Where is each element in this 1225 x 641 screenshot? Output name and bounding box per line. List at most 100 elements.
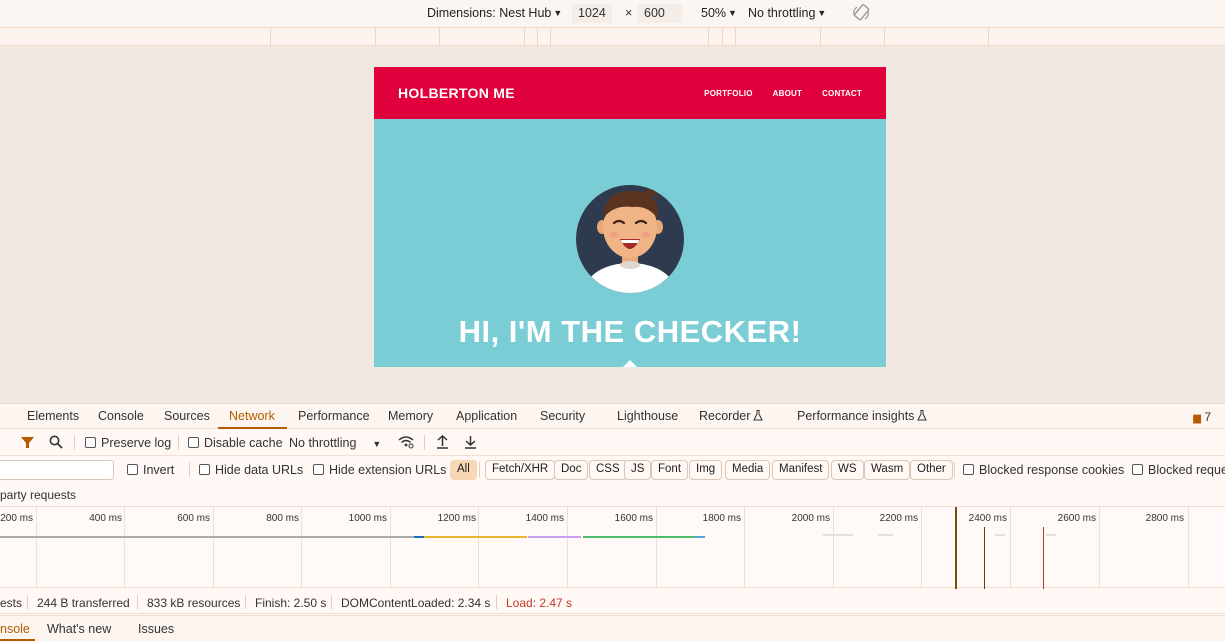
filter-chip-font[interactable]: Font bbox=[651, 460, 689, 480]
ruler-tick[interactable] bbox=[884, 28, 885, 46]
network-throttling-select[interactable]: No throttling ▼ bbox=[289, 436, 381, 450]
network-timeline-overview[interactable]: 200 ms 400 ms 600 ms 800 ms 1000 ms 1200… bbox=[0, 506, 1225, 589]
preserve-log-checkbox[interactable]: Preserve log bbox=[85, 436, 171, 450]
tab-application[interactable]: Application bbox=[456, 409, 517, 423]
checkbox-box[interactable] bbox=[188, 437, 199, 448]
nav-link-about[interactable]: ABOUT bbox=[773, 89, 802, 98]
timeline-gridline bbox=[656, 507, 657, 589]
filter-chip-all[interactable]: All bbox=[450, 460, 477, 480]
filter-chip-css[interactable]: CSS bbox=[589, 460, 627, 480]
filter-chip-other[interactable]: Other bbox=[910, 460, 953, 480]
drawer-tab-whats-new[interactable]: What's new bbox=[47, 622, 111, 636]
ruler-tick[interactable] bbox=[439, 28, 440, 46]
flask-icon bbox=[917, 410, 928, 421]
ruler-tick[interactable] bbox=[524, 28, 525, 46]
toolbar-divider bbox=[189, 462, 190, 477]
hide-extension-urls-label: Hide extension URLs bbox=[329, 463, 447, 477]
nav-link-contact[interactable]: CONTACT bbox=[822, 89, 862, 98]
filter-input[interactable] bbox=[0, 460, 114, 480]
width-input[interactable]: 1024 bbox=[572, 4, 612, 23]
ruler-tick[interactable] bbox=[708, 28, 709, 46]
tab-performance-insights[interactable]: Performance insights bbox=[797, 409, 928, 423]
ruler-tick[interactable] bbox=[722, 28, 723, 46]
timeline-label: 2200 ms bbox=[879, 513, 918, 524]
third-party-requests-label[interactable]: party requests bbox=[0, 488, 76, 502]
chevron-down-icon: ▼ bbox=[372, 439, 382, 449]
issues-counter[interactable]: ▆ 7 bbox=[1193, 410, 1211, 424]
filter-chip-js[interactable]: JS bbox=[624, 460, 652, 480]
dimensions-select[interactable]: Dimensions: Nest Hub ▼ bbox=[427, 6, 562, 20]
checkbox-box[interactable] bbox=[85, 437, 96, 448]
disable-cache-checkbox[interactable]: Disable cache bbox=[188, 436, 283, 450]
checkbox-box[interactable] bbox=[199, 464, 210, 475]
filter-chip-manifest[interactable]: Manifest bbox=[772, 460, 830, 480]
network-conditions-icon[interactable] bbox=[398, 435, 414, 449]
checkbox-box[interactable] bbox=[127, 464, 138, 475]
timeline-marker-load bbox=[1043, 527, 1044, 589]
filter-chip-fetch-xhr[interactable]: Fetch/XHR bbox=[485, 460, 556, 480]
export-har-icon[interactable] bbox=[464, 435, 477, 449]
tab-network[interactable]: Network bbox=[229, 409, 275, 423]
filter-chip-img[interactable]: Img bbox=[689, 460, 723, 480]
ruler-tick[interactable] bbox=[820, 28, 821, 46]
import-har-icon[interactable] bbox=[436, 435, 449, 449]
rotate-icon[interactable] bbox=[851, 3, 871, 23]
tab-performance[interactable]: Performance bbox=[298, 409, 370, 423]
hide-extension-urls-checkbox[interactable]: Hide extension URLs bbox=[313, 463, 446, 477]
timeline-gridline bbox=[1188, 507, 1189, 589]
times-separator: × bbox=[625, 6, 633, 20]
filter-chip-doc[interactable]: Doc bbox=[554, 460, 589, 480]
ruler-tick[interactable] bbox=[988, 28, 989, 46]
zoom-select[interactable]: 50% ▼ bbox=[701, 6, 737, 20]
site-brand[interactable]: HOLBERTON ME bbox=[398, 85, 515, 101]
tab-console[interactable]: Console bbox=[98, 409, 144, 423]
throttling-select[interactable]: No throttling ▼ bbox=[748, 6, 826, 20]
blocked-requests-checkbox[interactable]: Blocked reque bbox=[1132, 463, 1225, 477]
dom-content-loaded-time: DOMContentLoaded: 2.34 s bbox=[341, 596, 491, 610]
tab-recorder[interactable]: Recorder bbox=[699, 409, 764, 423]
filter-icon[interactable] bbox=[21, 436, 34, 449]
tab-security[interactable]: Security bbox=[540, 409, 585, 423]
checkbox-box[interactable] bbox=[1132, 464, 1143, 475]
timeline-bar-stalled bbox=[0, 536, 414, 538]
message-icon: ▆ bbox=[1193, 413, 1201, 424]
timeline-label: 2000 ms bbox=[791, 513, 830, 524]
drawer-tab-issues[interactable]: Issues bbox=[138, 622, 174, 636]
tab-memory[interactable]: Memory bbox=[388, 409, 433, 423]
tab-sources[interactable]: Sources bbox=[164, 409, 210, 423]
toolbar-divider bbox=[74, 435, 75, 450]
drawer-tab-console[interactable]: nsole bbox=[0, 622, 30, 636]
device-toolbar: Dimensions: Nest Hub ▼ 1024 × 600 50% ▼ No… bbox=[0, 0, 1225, 27]
timeline-marker-finish bbox=[955, 507, 957, 589]
ruler-tick[interactable] bbox=[375, 28, 376, 46]
filter-chip-ws[interactable]: WS bbox=[831, 460, 864, 480]
checkbox-box[interactable] bbox=[963, 464, 974, 475]
nav-link-portfolio[interactable]: PORTFOLIO bbox=[704, 89, 752, 98]
filter-chip-media[interactable]: Media bbox=[725, 460, 771, 480]
flask-icon bbox=[753, 410, 764, 421]
scroll-arrow-icon[interactable] bbox=[623, 360, 637, 367]
tab-elements[interactable]: Elements bbox=[27, 409, 79, 423]
hide-data-urls-checkbox[interactable]: Hide data URLs bbox=[199, 463, 303, 477]
preserve-log-label: Preserve log bbox=[101, 436, 172, 450]
search-icon[interactable] bbox=[49, 435, 63, 449]
invert-checkbox[interactable]: Invert bbox=[127, 463, 174, 477]
ruler-tick[interactable] bbox=[537, 28, 538, 46]
avatar-illustration bbox=[576, 185, 684, 293]
filter-chip-wasm[interactable]: Wasm bbox=[864, 460, 911, 480]
timeline-label: 200 ms bbox=[0, 513, 33, 524]
checkbox-box[interactable] bbox=[313, 464, 324, 475]
tab-lighthouse[interactable]: Lighthouse bbox=[617, 409, 678, 423]
timeline-bar-font bbox=[695, 536, 705, 538]
timeline-bar-late bbox=[1046, 534, 1056, 536]
ruler-tick[interactable] bbox=[550, 28, 551, 46]
timeline-gridline bbox=[301, 507, 302, 589]
timeline-bar-style bbox=[528, 536, 581, 538]
third-party-filter-row: party requests bbox=[0, 483, 1225, 505]
height-input[interactable]: 600 bbox=[638, 4, 682, 23]
ruler-tick[interactable] bbox=[735, 28, 736, 46]
devtools-drawer-tabbar: nsole What's new Issues bbox=[0, 615, 1225, 641]
ruler-tick[interactable] bbox=[270, 28, 271, 46]
blocked-response-cookies-checkbox[interactable]: Blocked response cookies bbox=[963, 463, 1124, 477]
network-toolbar: Preserve log Disable cache No throttling… bbox=[0, 429, 1225, 456]
